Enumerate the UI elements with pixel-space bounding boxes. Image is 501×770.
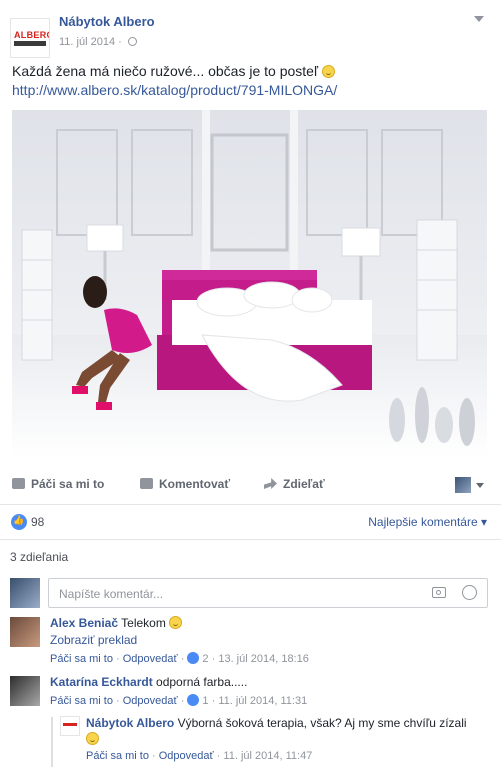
- comment-meta: Páči sa mi to · Odpovedať · 1 · 11. júl …: [50, 694, 307, 707]
- reply-reply-link[interactable]: Odpovedať: [159, 750, 214, 762]
- post-message: Každá žena má niečo ružové... občas je t…: [12, 63, 335, 79]
- comment-timestamp[interactable]: 11. júl 2014, 11:31: [218, 695, 307, 707]
- like-reaction-icon: [187, 652, 200, 664]
- comment-author-avatar[interactable]: [10, 617, 40, 647]
- post-timestamp[interactable]: 11. júl 2014 ·: [59, 36, 137, 48]
- comment-author-link[interactable]: Alex Beniač: [50, 616, 118, 630]
- post-url-link[interactable]: http://www.albero.sk/katalog/product/791…: [12, 82, 337, 98]
- comment-sort-dropdown[interactable]: Najlepšie komentáre ▾: [368, 515, 487, 529]
- comment-text: Telekom: [118, 616, 170, 630]
- page-logo[interactable]: ALBERO: [10, 18, 50, 58]
- separator: ·: [112, 653, 123, 665]
- smile-emoji-icon: [86, 732, 99, 745]
- separator: ·: [213, 750, 224, 762]
- post-message-text: Každá žena má niečo ružové... občas je t…: [12, 63, 322, 79]
- share-button-label: Zdieľať: [283, 477, 325, 491]
- comment-like-link[interactable]: Páči sa mi to: [50, 695, 113, 707]
- current-user-avatar[interactable]: [10, 578, 40, 608]
- comment-bubble-icon: [140, 478, 153, 489]
- share-button[interactable]: Zdieľať: [264, 477, 325, 491]
- posting-as-chevron-down-icon[interactable]: [476, 483, 484, 488]
- like-reaction-icon: [187, 694, 200, 706]
- separator: ·: [177, 653, 188, 665]
- comment-button-label: Komentovať: [159, 477, 231, 491]
- logo-mark: [63, 723, 77, 726]
- post-action-bar: Páči sa mi to Komentovať Zdieľať: [0, 466, 501, 505]
- smile-emoji-icon: [169, 616, 183, 629]
- likes-count[interactable]: 98: [31, 515, 44, 529]
- like-button-label: Páči sa mi to: [31, 477, 105, 491]
- reply-meta: Páči sa mi to · Odpovedať · 11. júl 2014…: [86, 750, 312, 762]
- logo-bar: [14, 41, 46, 46]
- like-reaction-icon: [11, 514, 27, 530]
- reply-timestamp[interactable]: 11. júl 2014, 11:47: [223, 750, 312, 762]
- like-button[interactable]: Páči sa mi to: [12, 477, 104, 491]
- separator: ·: [177, 695, 188, 707]
- reply-body: Nábytok Albero Výborná šoková terapia, v…: [86, 716, 486, 731]
- shares-count[interactable]: 3 zdieľania: [10, 550, 68, 564]
- comment-body: Katarína Eckhardt odporná farba.....: [50, 675, 247, 689]
- post-date-text: 11. júl 2014 ·: [59, 36, 125, 48]
- smile-emoji-icon: [321, 65, 335, 78]
- comment-reply-link[interactable]: Odpovedať: [123, 695, 178, 707]
- reply-author-link[interactable]: Nábytok Albero: [86, 716, 174, 730]
- comment-like-link[interactable]: Páči sa mi to: [50, 653, 113, 665]
- comment-input[interactable]: [57, 586, 411, 602]
- post-options-chevron-icon[interactable]: [474, 16, 484, 22]
- camera-icon[interactable]: [432, 587, 446, 598]
- bedroom-photo-illustration: [12, 110, 487, 458]
- page-name-link[interactable]: Nábytok Albero: [59, 14, 155, 29]
- reply-thread-line: [51, 717, 53, 767]
- posting-as-avatar[interactable]: [455, 477, 471, 493]
- separator: ·: [208, 695, 219, 707]
- comment-button[interactable]: Komentovať: [140, 477, 230, 491]
- comment-author-link[interactable]: Katarína Eckhardt: [50, 675, 153, 689]
- comment-timestamp[interactable]: 13. júl 2014, 18:16: [218, 653, 309, 665]
- see-translation-link[interactable]: Zobraziť preklad: [50, 633, 137, 647]
- comment-meta: Páči sa mi to · Odpovedať · 2 · 13. júl …: [50, 652, 309, 665]
- separator: ·: [112, 695, 123, 707]
- reply-text: Výborná šoková terapia, však? Aj my sme …: [174, 716, 467, 730]
- globe-icon: [127, 37, 137, 46]
- comment-reply-link[interactable]: Odpovedať: [123, 653, 178, 665]
- comment-author-avatar[interactable]: [10, 676, 40, 706]
- emoji-icon[interactable]: [462, 585, 477, 600]
- reply-emoji-line: [86, 732, 99, 746]
- reply-like-link[interactable]: Páči sa mi to: [86, 750, 149, 762]
- facebook-post: ALBERO Nábytok Albero 11. júl 2014 · Kaž…: [0, 0, 501, 770]
- reactions-row: 98 Najlepšie komentáre ▾: [0, 505, 501, 540]
- thumbs-up-icon: [12, 478, 25, 489]
- reply-author-avatar[interactable]: [60, 716, 80, 736]
- separator: ·: [208, 653, 219, 665]
- comment-composer: [48, 578, 488, 608]
- post-photo[interactable]: [12, 110, 487, 458]
- logo-text: ALBERO: [14, 30, 50, 40]
- share-arrow-icon: [264, 478, 277, 489]
- comment-body: Alex Beniač Telekom: [50, 616, 183, 630]
- separator: ·: [148, 750, 159, 762]
- comment-text: odporná farba.....: [152, 675, 248, 689]
